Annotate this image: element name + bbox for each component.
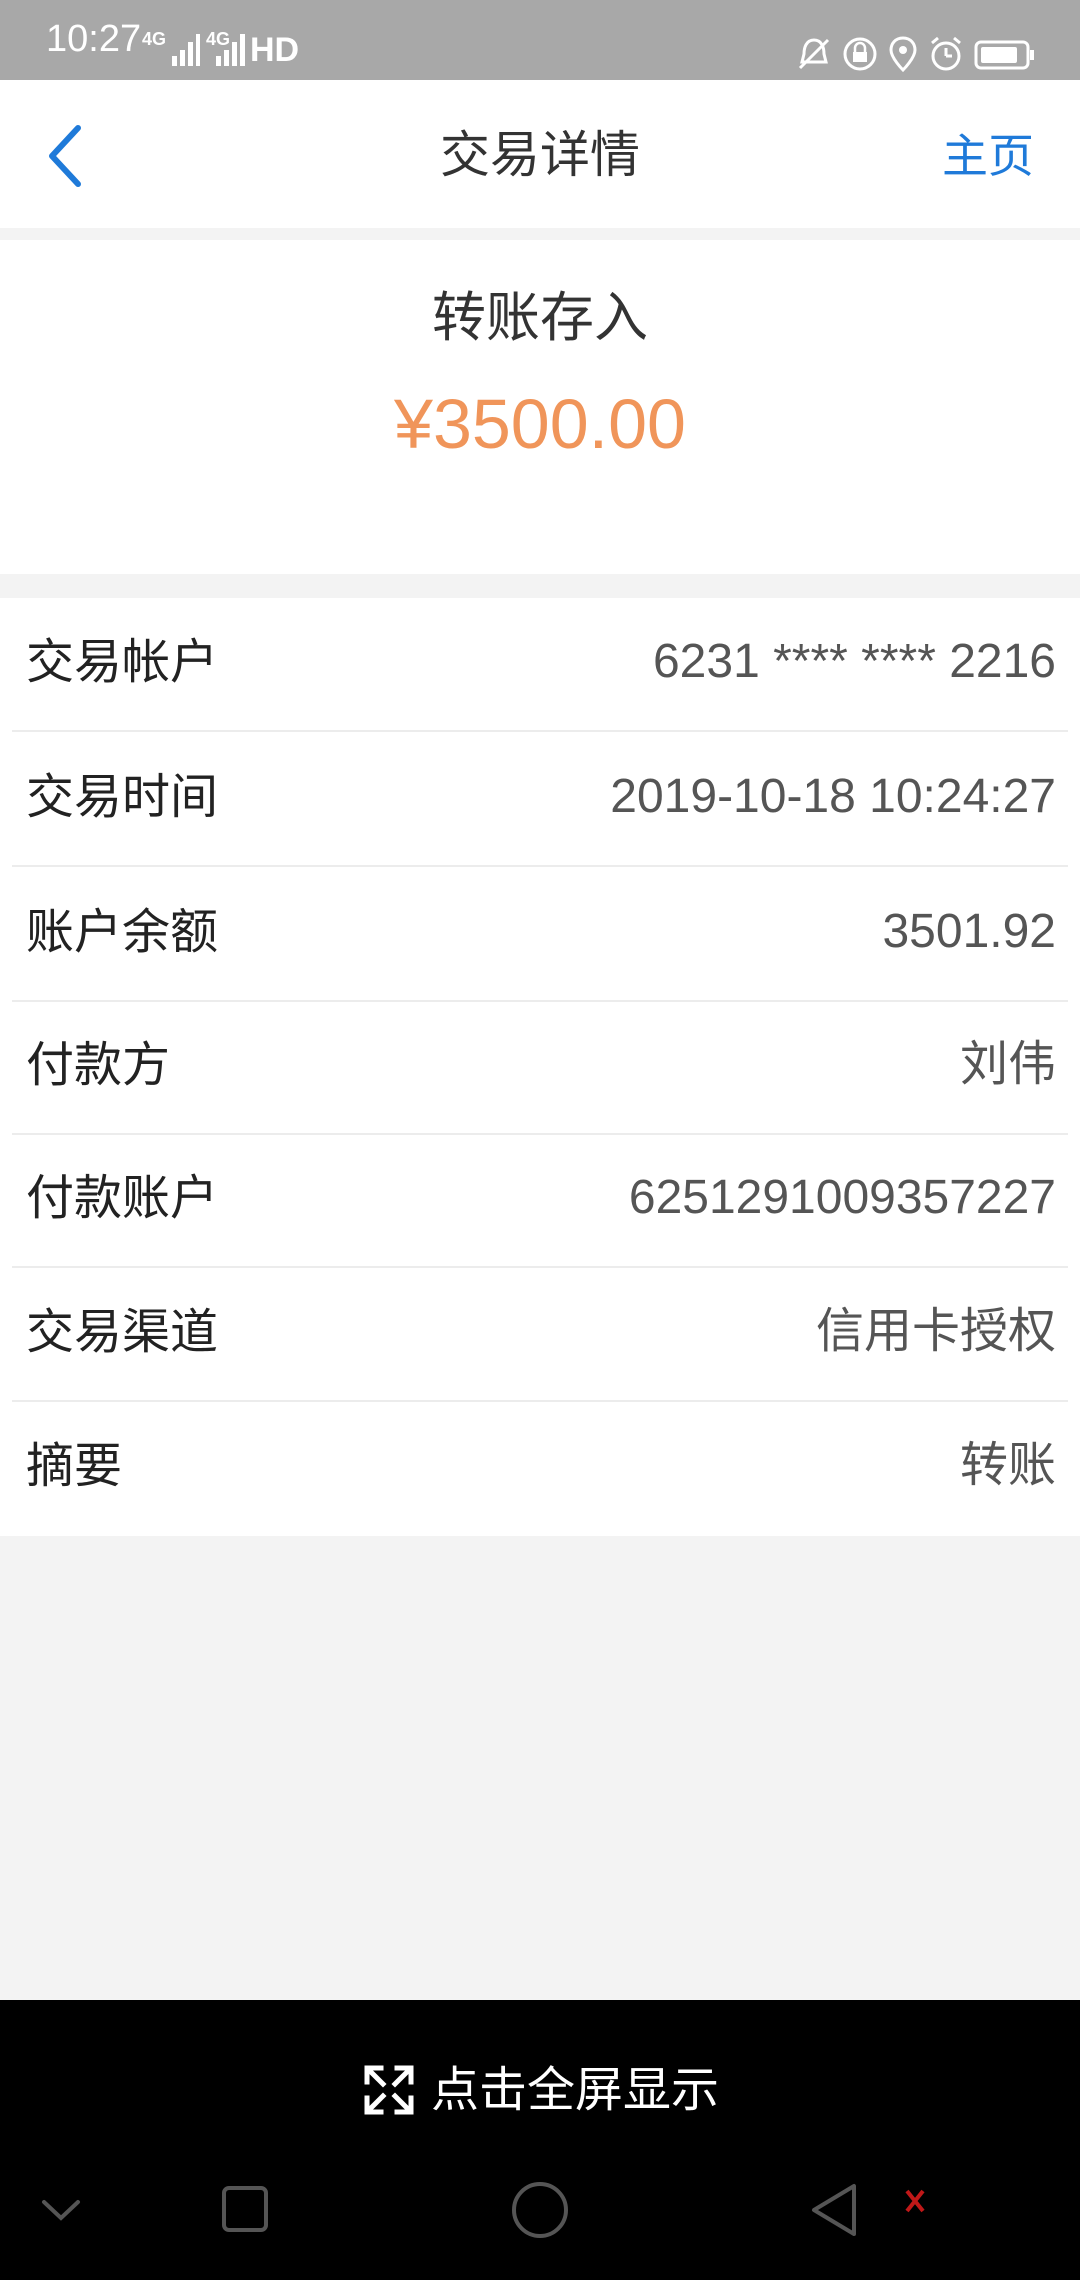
home-button[interactable] xyxy=(508,2180,574,2246)
detail-label: 交易时间 xyxy=(26,769,219,825)
status-icons xyxy=(796,28,1036,80)
chevron-down-icon[interactable] xyxy=(36,2180,86,2240)
transaction-type: 转账存入 xyxy=(432,286,648,349)
detail-label: 交易渠道 xyxy=(26,1304,219,1360)
detail-value: 6231 **** **** 2216 xyxy=(652,635,1056,688)
detail-label: 付款账户 xyxy=(26,1170,219,1226)
row-divider xyxy=(12,865,1068,867)
detail-value: 信用卡授权 xyxy=(815,1305,1056,1358)
detail-row-summary: 摘要 转账 xyxy=(12,1402,1068,1536)
back-nav-button[interactable] xyxy=(806,2180,862,2240)
detail-row-payer-account: 付款账户 6251291009357227 xyxy=(12,1134,1068,1268)
system-navigation xyxy=(0,2170,1080,2270)
mute-bell-icon xyxy=(798,38,830,70)
battery-icon xyxy=(974,40,1034,70)
page-title: 交易详情 xyxy=(440,126,640,184)
fullscreen-button[interactable]: 点击全屏显示 xyxy=(0,2040,1080,2140)
row-divider xyxy=(12,730,1068,732)
detail-row-account: 交易帐户 6231 **** **** 2216 xyxy=(12,598,1068,732)
lock-rotation-icon xyxy=(843,37,877,71)
location-icon xyxy=(889,36,917,72)
detail-value: 2019-10-18 10:24:27 xyxy=(610,770,1056,823)
detail-value: 3501.92 xyxy=(882,905,1056,958)
recent-apps-button[interactable] xyxy=(218,2180,274,2240)
transaction-summary: 转账存入 ¥3500.00 xyxy=(0,240,1080,574)
detail-label: 付款方 xyxy=(26,1037,171,1093)
detail-label: 摘要 xyxy=(26,1438,123,1494)
fullscreen-label: 点击全屏显示 xyxy=(430,2062,719,2118)
watermark xyxy=(904,2188,926,2214)
status-time: 10:27 xyxy=(46,18,142,60)
status-bar: 10:27 4G 4G HD xyxy=(0,0,1080,80)
home-link[interactable]: 主页 xyxy=(942,124,1034,188)
detail-label: 账户余额 xyxy=(26,904,219,960)
expand-icon xyxy=(364,2065,414,2115)
navigation-bar: 交易详情 主页 xyxy=(0,80,1080,228)
detail-label: 交易帐户 xyxy=(26,634,219,690)
detail-value: 6251291009357227 xyxy=(628,1171,1056,1224)
signal-icon-2 xyxy=(216,34,245,66)
detail-value: 转账 xyxy=(959,1439,1056,1492)
detail-row-time: 交易时间 2019-10-18 10:24:27 xyxy=(12,733,1068,867)
signal-icon xyxy=(172,34,200,66)
detail-value: 刘伟 xyxy=(959,1038,1056,1091)
alarm-icon xyxy=(931,36,961,71)
detail-row-payer: 付款方 刘伟 xyxy=(12,1001,1068,1135)
detail-row-channel: 交易渠道 信用卡授权 xyxy=(12,1268,1068,1402)
signal-label-1: 4G xyxy=(142,29,167,49)
transaction-details: 交易帐户 6231 **** **** 2216 交易时间 2019-10-18… xyxy=(0,598,1080,1536)
transaction-amount: ¥3500.00 xyxy=(394,385,686,463)
fullscreen-bar: 点击全屏显示 xyxy=(0,2000,1080,2280)
detail-row-balance: 账户余额 3501.92 xyxy=(12,868,1068,1002)
hd-indicator: HD xyxy=(250,31,300,69)
watermark-logo-icon xyxy=(905,2189,925,2213)
